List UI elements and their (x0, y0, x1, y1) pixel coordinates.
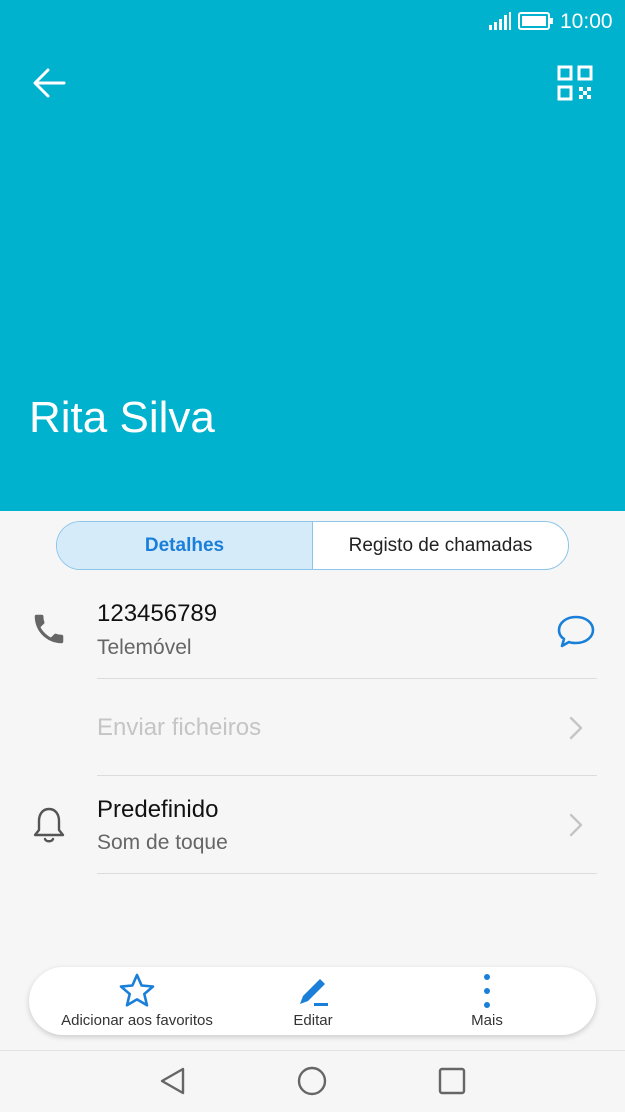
add-to-favorites-button[interactable]: Adicionar aos favoritos (49, 967, 225, 1035)
message-button[interactable] (553, 608, 599, 654)
add-to-favorites-label: Adicionar aos favoritos (61, 1012, 213, 1029)
divider (97, 678, 597, 679)
chevron-right-icon (569, 813, 583, 837)
contact-name: Rita Silva (29, 393, 215, 442)
ringtone-value: Predefinido (97, 796, 219, 823)
send-files-label: Enviar ficheiros (97, 714, 262, 741)
status-bar: 10:00 (0, 0, 625, 42)
divider (97, 873, 597, 874)
navigation-bar (0, 1050, 625, 1112)
chevron-right-icon (569, 716, 583, 740)
more-vertical-icon (484, 974, 490, 1008)
ringtone-label: Som de toque (97, 831, 228, 854)
divider (97, 775, 597, 776)
tab-call-log[interactable]: Registo de chamadas (313, 522, 568, 569)
edit-button[interactable]: Editar (265, 967, 361, 1035)
phone-row[interactable]: 123456789 Telemóvel (0, 590, 625, 680)
qr-code-button[interactable] (554, 62, 596, 104)
edit-label: Editar (293, 1012, 333, 1029)
message-bubble-icon (557, 615, 595, 648)
ringtone-row[interactable]: Predefinido Som de toque (0, 777, 625, 873)
back-button[interactable] (28, 62, 70, 104)
action-bar: Adicionar aos favoritos Editar Mais (29, 967, 596, 1035)
phone-type: Telemóvel (97, 636, 192, 659)
clock: 10:00 (560, 10, 613, 33)
qr-code-icon (557, 65, 593, 101)
send-files-row[interactable]: Enviar ficheiros (0, 680, 625, 775)
nav-home-icon[interactable] (296, 1065, 328, 1097)
more-label: Mais (471, 1012, 503, 1029)
nav-recents-icon[interactable] (436, 1065, 468, 1097)
phone-icon (34, 614, 64, 644)
star-icon (119, 973, 155, 1007)
bell-icon (33, 807, 65, 843)
signal-icon (489, 12, 511, 30)
pencil-icon (300, 979, 328, 1006)
contact-header: 10:00 Rita Silva (0, 0, 625, 511)
battery-icon (518, 12, 553, 30)
tab-details[interactable]: Detalhes (57, 522, 313, 569)
detail-tabs: Detalhes Registo de chamadas (56, 521, 569, 570)
phone-number: 123456789 (97, 600, 218, 627)
nav-back-icon[interactable] (157, 1065, 189, 1097)
arrow-left-icon (33, 68, 66, 98)
more-button[interactable]: Mais (441, 967, 533, 1035)
